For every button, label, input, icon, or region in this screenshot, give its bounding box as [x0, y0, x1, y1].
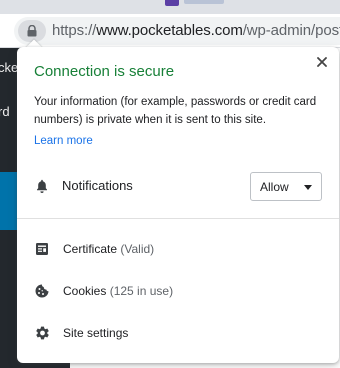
certificate-label: Certificate (Valid)	[63, 242, 154, 256]
connection-description: Your information (for example, passwords…	[34, 96, 317, 126]
bell-icon	[37, 179, 47, 193]
gear-icon	[36, 326, 49, 340]
site-settings-item[interactable]: Site settings	[17, 314, 339, 352]
chevron-down-icon	[304, 185, 312, 190]
tab-favicon[interactable]	[165, 0, 179, 6]
certificate-text: Certificate	[63, 242, 118, 256]
tab-title[interactable]	[184, 0, 224, 4]
url-scheme: https://	[52, 22, 97, 39]
select-value: Allow	[260, 180, 289, 194]
close-icon	[317, 57, 327, 67]
lock-icon	[27, 25, 37, 37]
close-button[interactable]	[313, 53, 331, 71]
tab-strip	[0, 0, 340, 14]
permission-label: Notifications	[62, 178, 133, 193]
certificate-status: (Valid)	[120, 242, 155, 256]
browser-toolbar: https://www.pocketables.com/wp-admin/pos…	[0, 14, 340, 48]
permission-row-notifications: Notifications Allow	[17, 169, 339, 203]
url-host: www.pocketables.com	[96, 22, 243, 39]
certificate-item[interactable]: Certificate (Valid)	[17, 230, 339, 268]
site-settings-label: Site settings	[63, 326, 129, 340]
site-info-popup: Connection is secure Your information (f…	[17, 47, 339, 363]
connection-status-title: Connection is secure	[34, 63, 175, 80]
url-path: /wp-admin/post.p	[242, 22, 340, 39]
cookies-count: (125 in use)	[109, 284, 174, 298]
address-bar[interactable]: https://www.pocketables.com/wp-admin/pos…	[14, 17, 340, 45]
cookies-item[interactable]: Cookies (125 in use)	[17, 272, 339, 310]
url-text[interactable]: https://www.pocketables.com/wp-admin/pos…	[52, 22, 340, 39]
sidebar-dashboard-item[interactable]: rd	[0, 104, 10, 119]
notifications-select[interactable]: Allow	[250, 172, 322, 201]
site-info-button[interactable]	[18, 20, 46, 42]
certificate-icon	[36, 243, 48, 255]
cookies-label: Cookies (125 in use)	[63, 284, 173, 298]
cookies-text: Cookies	[63, 284, 107, 298]
cookie-icon	[35, 284, 49, 298]
section-divider	[17, 218, 339, 219]
learn-more-link[interactable]: Learn more	[34, 135, 93, 147]
